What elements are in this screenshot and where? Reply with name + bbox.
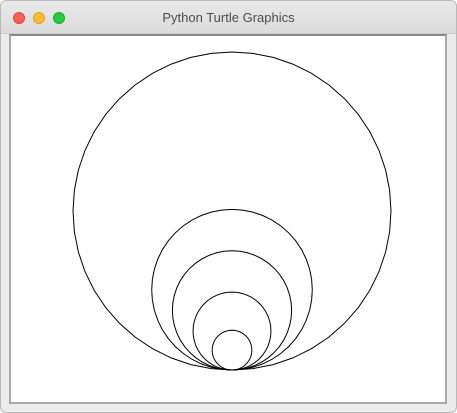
turtle-window: Python Turtle Graphics [0,0,457,413]
window-title: Python Turtle Graphics [162,10,295,25]
turtle-circle-4 [192,291,272,371]
turtle-circle-3 [171,250,293,371]
turtle-drawing [72,51,392,371]
turtle-circle-5 [211,329,253,371]
turtle-canvas[interactable] [9,34,447,404]
turtle-circle-1 [72,51,392,371]
title-bar[interactable]: Python Turtle Graphics [1,1,456,34]
